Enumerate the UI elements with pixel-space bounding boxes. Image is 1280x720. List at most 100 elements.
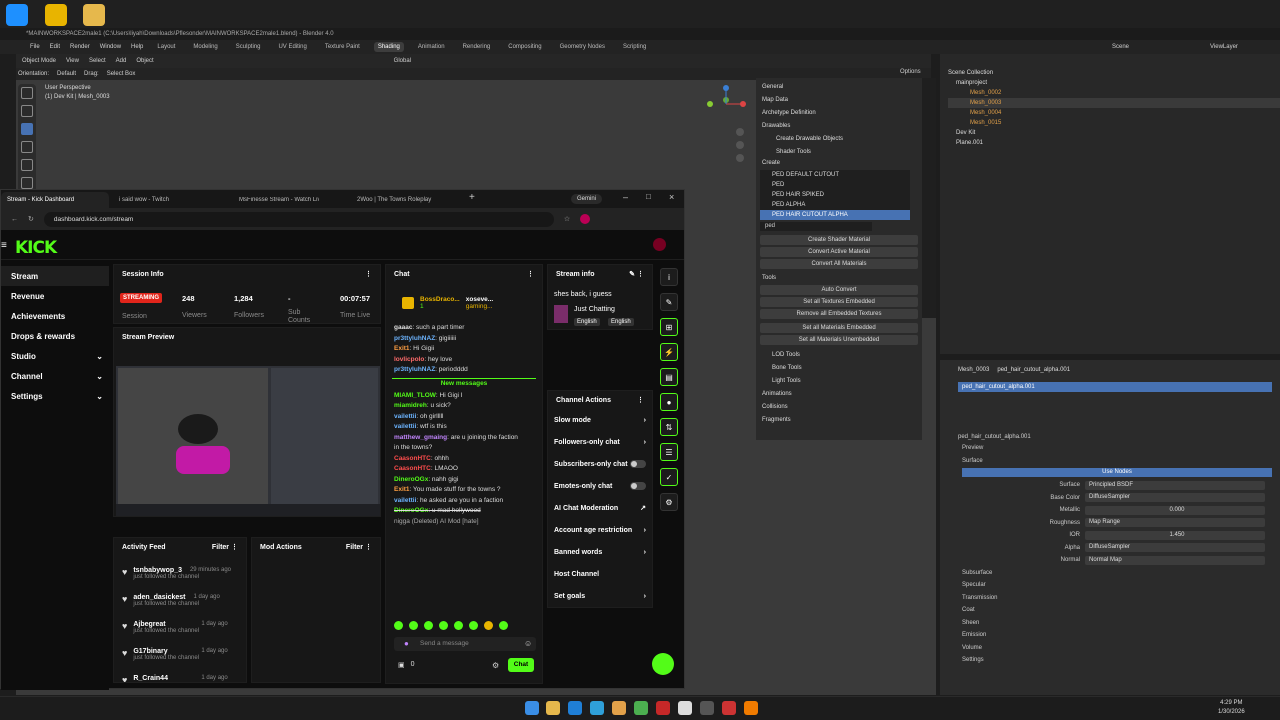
shader-item[interactable]: PED (760, 180, 910, 190)
scene-selector[interactable]: Scene (1112, 44, 1129, 50)
kick-logo[interactable]: KICK (15, 238, 57, 258)
workspace-tab-modeling[interactable]: Modeling (189, 42, 221, 52)
panel-row-map-data[interactable]: Map Data (756, 93, 922, 106)
use-nodes-button[interactable]: Use Nodes (962, 468, 1272, 477)
close-button[interactable]: × (669, 192, 674, 202)
subscribers-only-toggle[interactable] (630, 460, 646, 468)
nav-drops-rewards[interactable]: Drops & rewards (1, 326, 109, 346)
bookmark-star-icon[interactable]: ☆ (564, 215, 570, 223)
outliner-item[interactable]: Mesh_0004 (948, 108, 1280, 118)
coat-section[interactable]: Coat (940, 604, 1280, 617)
outliner-item[interactable]: Plane.001 (948, 138, 1280, 148)
browser-tab-active[interactable]: Stream - Kick Dashboard (1, 192, 109, 208)
subsurface-section[interactable]: Subsurface (940, 567, 1280, 580)
app-icon[interactable] (590, 701, 604, 715)
preview-section[interactable]: Preview (940, 442, 1280, 455)
nav-studio[interactable]: Studio ⌄ (1, 346, 109, 366)
bolt-icon[interactable]: ⚡ (660, 343, 678, 361)
panel-row-animations[interactable]: Animations (756, 387, 922, 400)
outliner-item[interactable]: Mesh_0002 (948, 88, 1280, 98)
back-icon[interactable]: ← (11, 216, 18, 223)
volume-section[interactable]: Volume (940, 642, 1280, 655)
set-textures-embedded-button[interactable]: Set all Textures Embedded (760, 297, 918, 307)
workspace-tab-animation[interactable]: Animation (414, 42, 449, 52)
specular-section[interactable]: Specular (940, 579, 1280, 592)
ai-chat-moderation-row[interactable]: AI Chat Moderation ↗ (548, 497, 652, 519)
chat-input[interactable]: Send a message ● ☺ (394, 637, 536, 651)
transmission-section[interactable]: Transmission (940, 592, 1280, 605)
settings-section[interactable]: Settings (940, 654, 1280, 667)
emote-icon[interactable] (394, 621, 403, 630)
transform-tool-icon[interactable] (21, 177, 33, 189)
set-materials-unembedded-button[interactable]: Set all Materials Unembedded (760, 335, 918, 345)
shader-item[interactable]: PED HAIR SPIKED (760, 190, 910, 200)
followers-only-row[interactable]: Followers-only chat › (548, 431, 652, 453)
shader-item-selected[interactable]: PED HAIR CUTOUT ALPHA (760, 210, 910, 220)
more-icon[interactable]: ⋮ (527, 270, 534, 278)
property-value[interactable]: Normal Map (1085, 555, 1265, 565)
more-icon[interactable]: ⋮ (365, 544, 372, 551)
edge-icon[interactable] (568, 701, 582, 715)
property-value[interactable]: DiffuseSampler (1085, 543, 1265, 553)
emote-icon[interactable] (454, 621, 463, 630)
emote-icon[interactable] (499, 621, 508, 630)
profile-avatar[interactable] (580, 214, 591, 224)
view-menu[interactable]: View (66, 58, 79, 64)
taskbar-clock[interactable]: 4:29 PM 1/30/2026 (1218, 699, 1245, 717)
stream-preview-video[interactable] (116, 366, 380, 516)
emote-icon[interactable] (469, 621, 478, 630)
app-icon[interactable] (634, 701, 648, 715)
sheen-section[interactable]: Sheen (940, 617, 1280, 630)
transform-orientation-dropdown[interactable]: Global (394, 58, 411, 64)
panel-row-drawables[interactable]: Drawables (756, 119, 922, 132)
chat-send-button[interactable]: Chat (508, 658, 534, 672)
nav-achievements[interactable]: Achievements (1, 306, 109, 326)
nav-settings[interactable]: Settings ⌄ (1, 386, 109, 406)
panel-row-lod-tools[interactable]: LOD Tools (756, 348, 922, 361)
menu-window[interactable]: Window (100, 44, 121, 50)
info-icon[interactable]: i (660, 268, 678, 286)
view-layer-selector[interactable]: ViewLayer (1210, 44, 1238, 50)
app-icon[interactable] (722, 701, 736, 715)
reload-icon[interactable]: ↻ (28, 215, 34, 223)
settings-icon[interactable]: ⚙ (660, 493, 678, 511)
emote-icon[interactable] (409, 621, 418, 630)
outliner-scene-collection[interactable]: Scene Collection (948, 68, 1280, 78)
new-tab-button[interactable]: + (469, 192, 475, 203)
app-icon[interactable] (700, 701, 714, 715)
emission-section[interactable]: Emission (940, 629, 1280, 642)
move-tool-icon[interactable] (21, 123, 33, 135)
workspace-tab-scripting[interactable]: Scripting (619, 42, 650, 52)
panel-row-fragments[interactable]: Fragments (756, 413, 922, 426)
minimize-button[interactable]: – (623, 192, 628, 202)
property-value[interactable]: DiffuseSampler (1085, 493, 1265, 503)
mod-filter-button[interactable]: Filter (346, 544, 363, 551)
account-age-row[interactable]: Account age restriction › (548, 519, 652, 541)
panel-row-collisions[interactable]: Collisions (756, 400, 922, 413)
rockstar-launcher-icon[interactable] (45, 4, 67, 26)
set-goals-row[interactable]: Set goals › (548, 585, 652, 607)
convert-active-material-button[interactable]: Convert Active Material (760, 247, 918, 257)
app-icon[interactable] (656, 701, 670, 715)
host-channel-row[interactable]: Host Channel (548, 563, 652, 585)
object-menu[interactable]: Object (136, 58, 153, 64)
menu-icon[interactable]: ≡ (1, 240, 7, 251)
remove-embedded-textures-button[interactable]: Remove all Embedded Textures (760, 309, 918, 319)
banned-words-row[interactable]: Banned words › (548, 541, 652, 563)
select-tool-icon[interactable] (21, 87, 33, 99)
property-value[interactable]: Principled BSDF (1085, 480, 1265, 490)
panel-row-light-tools[interactable]: Light Tools (756, 374, 922, 387)
app-shortcut-icon[interactable] (6, 4, 28, 26)
edit-icon[interactable]: ✎ (660, 293, 678, 311)
set-materials-embedded-button[interactable]: Set all Materials Embedded (760, 323, 918, 333)
more-icon[interactable]: ⋮ (365, 270, 372, 278)
gemini-button[interactable]: Gemini (571, 194, 603, 204)
workspace-tab-rendering[interactable]: Rendering (459, 42, 495, 52)
doc-icon[interactable]: ▤ (660, 368, 678, 386)
shader-list[interactable]: PED DEFAULT CUTOUT PED PED HAIR SPIKED P… (760, 170, 910, 220)
orientation-dropdown[interactable]: Default (57, 71, 76, 77)
menu-render[interactable]: Render (70, 44, 90, 50)
mic-icon[interactable]: ● (404, 639, 409, 648)
outliner-item[interactable]: mainproject (948, 78, 1280, 88)
property-value[interactable]: Map Range (1085, 518, 1265, 528)
